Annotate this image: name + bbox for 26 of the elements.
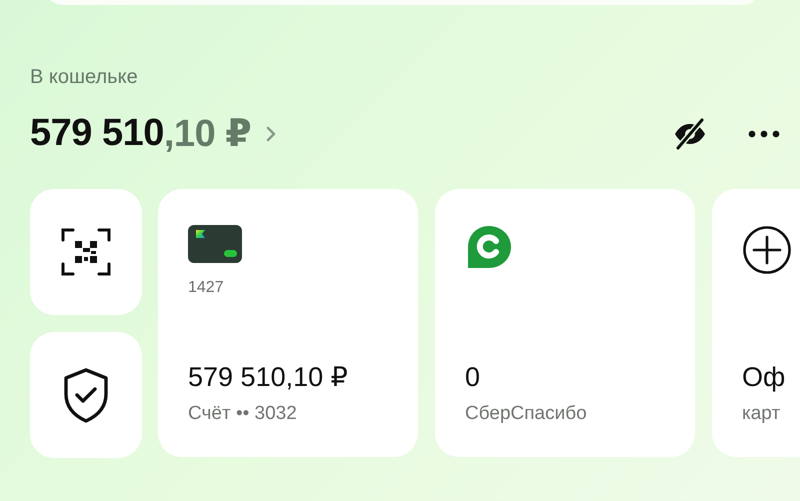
more-dots-icon [748,130,780,138]
card-amount: 579 510,10 ₽ [188,362,348,393]
eye-crossed-icon [672,118,708,150]
card-caption: Счёт •• 3032 [188,403,297,425]
balance-amount: 579 510 [30,112,164,155]
security-button[interactable] [30,332,142,458]
more-button[interactable] [748,130,780,138]
card-caption: карт [742,403,780,425]
account-card[interactable]: 1427 579 510,10 ₽ Счёт •• 3032 [158,189,418,457]
card-number: 1427 [188,279,224,297]
card-caption: СберСпасибо [465,403,587,425]
balance-link[interactable]: 579 510,10 ₽ [30,111,278,156]
card-amount: 0 [465,362,480,393]
bonus-card[interactable]: 0 СберСпасибо [435,189,695,457]
speech-bubble-c-icon [465,225,513,269]
plus-circle-icon [742,225,792,275]
chevron-right-icon [265,124,278,142]
hide-balance-button[interactable] [672,118,708,150]
balance-kopecks: ,10 ₽ [164,112,252,156]
qr-scan-button[interactable] [30,189,142,315]
qr-scan-icon [60,226,112,278]
shield-check-icon [62,367,110,423]
card-amount: Оф [742,362,786,393]
bank-card-icon [188,225,242,263]
wallet-label: В кошельке [30,66,138,89]
add-card[interactable]: Оф карт [712,189,800,457]
